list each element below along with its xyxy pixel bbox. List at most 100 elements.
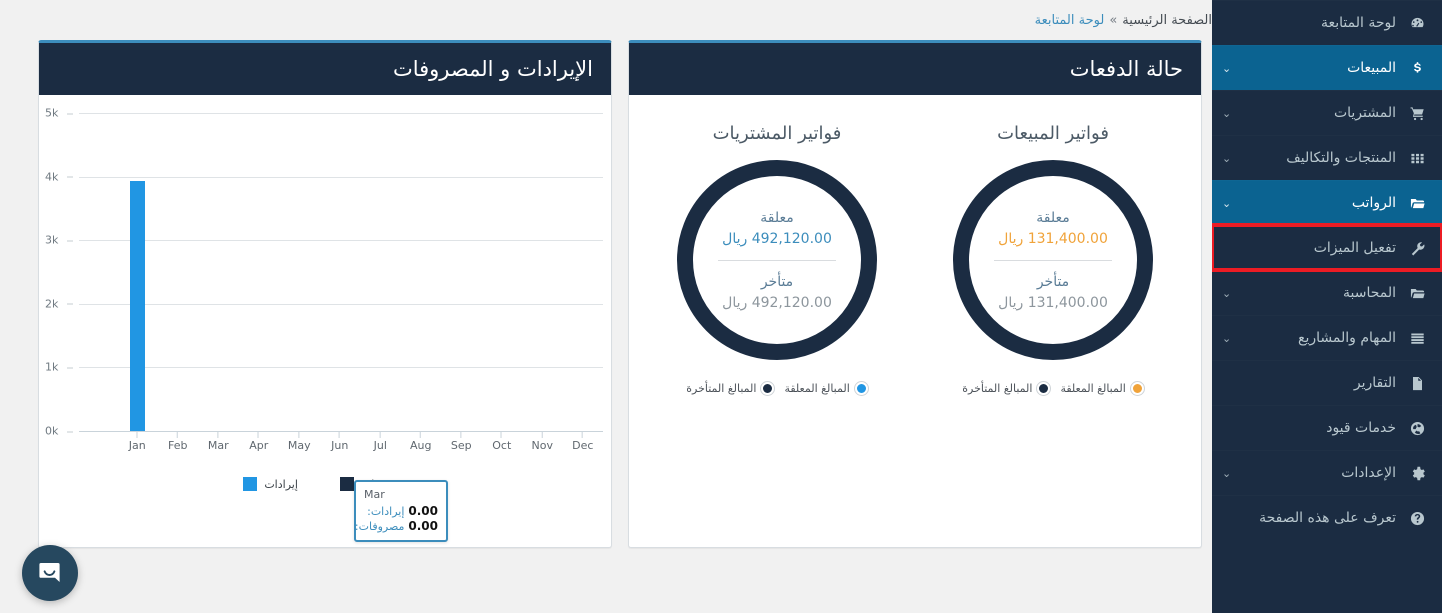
y-axis-tick-label: 4k bbox=[45, 170, 75, 183]
tooltip-value: 0.00 bbox=[408, 504, 438, 518]
grid-icon bbox=[1406, 151, 1428, 166]
chevron-down-icon[interactable]: ⌄ bbox=[1222, 332, 1238, 345]
donut-block-2: فواتير المشترياتمعلقة492,120.00 ريالمتأخ… bbox=[647, 123, 907, 395]
x-axis-tick-label: Dec bbox=[572, 439, 593, 452]
legend-label: المبالغ المتأخرة bbox=[686, 382, 756, 395]
chevron-down-icon[interactable]: ⌄ bbox=[1222, 62, 1238, 75]
sidebar-item-5[interactable]: الرواتب⌄ bbox=[1212, 180, 1442, 225]
legend-label: المبالغ المتأخرة bbox=[962, 382, 1032, 395]
sidebar-item-8[interactable]: المهام والمشاريع⌄ bbox=[1212, 315, 1442, 360]
pending-value: 492,120.00 ريال bbox=[722, 231, 832, 247]
sidebar: لوحة المتابعةالمبيعات⌄المشتريات⌄المنتجات… bbox=[1212, 0, 1442, 613]
x-axis-tick-label: Apr bbox=[249, 439, 268, 452]
chevron-down-icon[interactable]: ⌄ bbox=[1222, 152, 1238, 165]
legend-dot-icon bbox=[761, 382, 774, 395]
x-axis-tick-label: Aug bbox=[410, 439, 431, 452]
y-axis-tick-label: 1k bbox=[45, 361, 75, 374]
chevron-down-icon[interactable]: ⌄ bbox=[1222, 467, 1238, 480]
sidebar-item-label: تفعيل الميزات bbox=[1238, 240, 1406, 256]
legend-label: المبالغ المعلقة bbox=[1060, 382, 1125, 395]
breadcrumb-current[interactable]: لوحة المتابعة bbox=[1035, 13, 1105, 28]
donut-divider bbox=[994, 260, 1112, 261]
legend-label: إيرادات bbox=[264, 478, 298, 491]
sidebar-item-label: المبيعات bbox=[1238, 60, 1406, 76]
breadcrumb-home[interactable]: الصفحة الرئيسية bbox=[1122, 13, 1212, 28]
legend-swatch-icon bbox=[243, 477, 257, 491]
sidebar-item-label: المشتريات bbox=[1238, 105, 1406, 121]
x-axis-tick-label: Jun bbox=[331, 439, 348, 452]
legend-dot-icon bbox=[855, 382, 868, 395]
x-axis-tick-label: Nov bbox=[532, 439, 553, 452]
folder-icon bbox=[1406, 286, 1428, 301]
x-axis-tick-label: Feb bbox=[168, 439, 187, 452]
pending-label: معلقة bbox=[1036, 210, 1069, 226]
donut-title: فواتير المشتريات bbox=[647, 123, 907, 144]
overdue-label: متأخر bbox=[761, 274, 793, 290]
sidebar-item-label: خدمات قيود bbox=[1238, 420, 1406, 436]
gridline bbox=[79, 177, 603, 178]
overdue-value: 492,120.00 ريال bbox=[722, 295, 832, 311]
legend-entry[interactable]: المبالغ المعلقة bbox=[784, 382, 867, 395]
tooltip-key: إيرادات: bbox=[367, 505, 404, 518]
sidebar-item-label: المهام والمشاريع bbox=[1238, 330, 1406, 346]
gridline bbox=[79, 113, 603, 114]
donut-legend: المبالغ المعلقة المبالغ المتأخرة bbox=[647, 382, 907, 395]
folder-icon bbox=[1406, 196, 1428, 211]
sidebar-item-3[interactable]: المشتريات⌄ bbox=[1212, 90, 1442, 135]
sidebar-item-label: الإعدادات bbox=[1238, 465, 1406, 481]
tooltip-row: 0.00 إيرادات: bbox=[364, 504, 438, 518]
gridline bbox=[79, 240, 603, 241]
x-axis-tick-label: Sep bbox=[451, 439, 472, 452]
revenue-card-title: الإيرادات و المصروفات bbox=[39, 43, 611, 95]
sidebar-item-7[interactable]: المحاسبة⌄ bbox=[1212, 270, 1442, 315]
sidebar-item-1[interactable]: لوحة المتابعة bbox=[1212, 0, 1442, 45]
gridline bbox=[79, 367, 603, 368]
cart-icon bbox=[1406, 106, 1428, 121]
y-axis-tick-label: 5k bbox=[45, 107, 75, 120]
donut-chart[interactable]: معلقة131,400.00 ريالمتأخر131,400.00 ريال bbox=[953, 160, 1153, 360]
x-axis-tick-label: Mar bbox=[208, 439, 229, 452]
x-axis-tick-label: May bbox=[288, 439, 311, 452]
donut-block-1: فواتير المبيعاتمعلقة131,400.00 ريالمتأخر… bbox=[923, 123, 1183, 395]
chevron-down-icon[interactable]: ⌄ bbox=[1222, 197, 1238, 210]
chart-bar[interactable] bbox=[130, 181, 145, 431]
x-axis-tick-label: Jul bbox=[374, 439, 387, 452]
dollar-icon bbox=[1406, 61, 1428, 76]
tooltip-rows: 0.00 إيرادات:0.00مصروفات: bbox=[364, 504, 438, 533]
chevron-down-icon[interactable]: ⌄ bbox=[1222, 287, 1238, 300]
sidebar-item-4[interactable]: المنتجات والتكاليف⌄ bbox=[1212, 135, 1442, 180]
cards-row: حالة الدفعات فواتير المبيعاتمعلقة131,400… bbox=[0, 40, 1212, 548]
gridline bbox=[79, 304, 603, 305]
sidebar-item-10[interactable]: خدمات قيود bbox=[1212, 405, 1442, 450]
dashboard-page: الصفحة الرئيسية » لوحة المتابعة حالة الد… bbox=[0, 0, 1442, 613]
puzzle-icon bbox=[1406, 421, 1428, 436]
donut-title: فواتير المبيعات bbox=[923, 123, 1183, 144]
donut-chart[interactable]: معلقة492,120.00 ريالمتأخر492,120.00 ريال bbox=[677, 160, 877, 360]
sidebar-item-11[interactable]: الإعدادات⌄ bbox=[1212, 450, 1442, 495]
legend-dot-icon bbox=[1037, 382, 1050, 395]
overdue-value: 131,400.00 ريال bbox=[998, 295, 1108, 311]
sidebar-item-label: التقارير bbox=[1238, 375, 1406, 391]
y-axis-tick-label: 2k bbox=[45, 297, 75, 310]
sidebar-item-2[interactable]: المبيعات⌄ bbox=[1212, 45, 1442, 90]
legend-dot-icon bbox=[1131, 382, 1144, 395]
y-axis-tick-label: 0k bbox=[45, 425, 75, 438]
x-axis-tick-label: Oct bbox=[492, 439, 511, 452]
chart-plot-area: 0k1k2k3k4k5k bbox=[79, 113, 603, 431]
chevron-down-icon[interactable]: ⌄ bbox=[1222, 107, 1238, 120]
legend-entry[interactable]: المبالغ المتأخرة bbox=[686, 382, 774, 395]
sidebar-item-9[interactable]: التقارير bbox=[1212, 360, 1442, 405]
tooltip-row: 0.00مصروفات: bbox=[364, 519, 438, 533]
help-icon bbox=[1406, 511, 1428, 526]
sidebar-item-6[interactable]: تفعيل الميزات bbox=[1212, 225, 1442, 270]
dashboard-icon bbox=[1406, 16, 1428, 31]
legend-entry[interactable]: المبالغ المتأخرة bbox=[962, 382, 1050, 395]
sidebar-item-label: تعرف على هذه الصفحة bbox=[1238, 510, 1406, 526]
revenue-expense-card: الإيرادات و المصروفات 0k1k2k3k4k5k JanFe… bbox=[38, 40, 612, 548]
chart-legend-entry[interactable]: إيرادات bbox=[243, 477, 298, 491]
legend-entry[interactable]: المبالغ المعلقة bbox=[1060, 382, 1143, 395]
sidebar-item-12[interactable]: تعرف على هذه الصفحة bbox=[1212, 495, 1442, 540]
tooltip-value: 0.00 bbox=[408, 519, 438, 533]
tooltip-title: Mar bbox=[364, 488, 438, 501]
chat-launcher-button[interactable] bbox=[22, 545, 78, 601]
